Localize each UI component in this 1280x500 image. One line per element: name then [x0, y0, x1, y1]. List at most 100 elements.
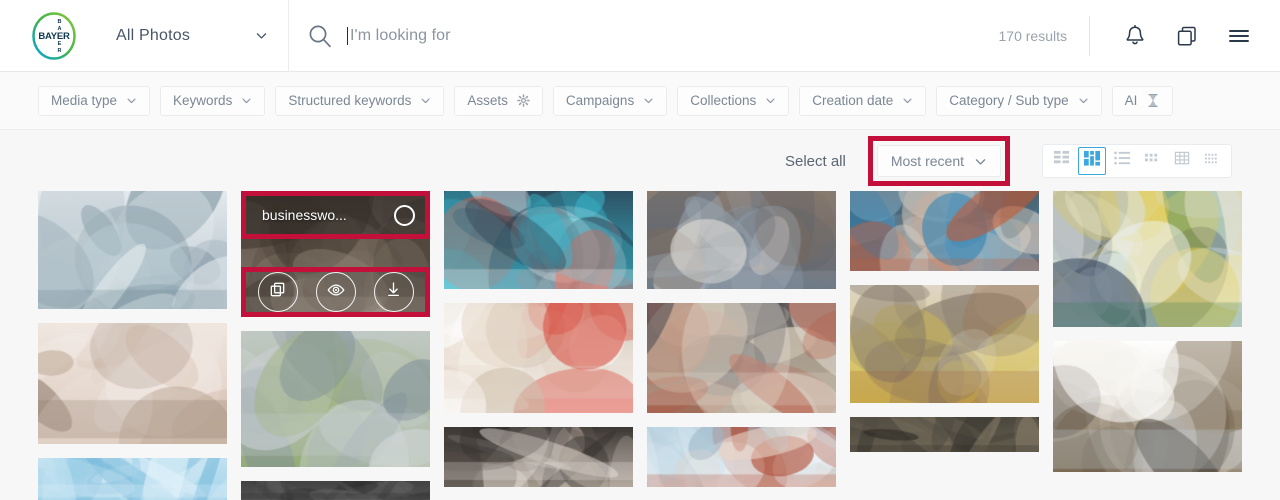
grid-column-1 [38, 191, 227, 500]
download-button[interactable] [373, 272, 414, 313]
asset-card[interactable] [647, 427, 836, 487]
filter-chip-media-type[interactable]: Media type [38, 85, 151, 116]
svg-text:E: E [58, 41, 62, 47]
filter-chip-keywords[interactable]: Keywords [160, 85, 266, 116]
chevron-down-icon [766, 98, 775, 104]
download-icon [384, 280, 403, 304]
view-mode-list-button[interactable] [1108, 147, 1136, 175]
view-mode-masonry-button[interactable] [1078, 147, 1106, 175]
sort-value: Most recent [890, 153, 964, 169]
filter-chip-label: Campaigns [565, 93, 635, 108]
chevron-down-icon [644, 98, 653, 104]
asset-thumbnail-family-walkway [241, 331, 430, 467]
asset-card[interactable] [1053, 191, 1242, 327]
asset-thumbnail-online-medical-class [444, 191, 633, 289]
asset-card[interactable] [38, 458, 227, 500]
svg-text:B: B [58, 19, 62, 25]
filter-chip-label: Assets [467, 93, 508, 108]
asset-card[interactable] [444, 427, 633, 487]
asset-card[interactable] [850, 285, 1039, 403]
sort-annotation-highlight: Most recent [867, 136, 1010, 186]
asset-thumbnail-lab-worker-bottling [38, 191, 227, 310]
asset-thumbnail-office-handshake [1053, 341, 1242, 472]
view-mode-compact-button[interactable] [1198, 147, 1226, 175]
scope-dropdown[interactable]: All Photos [108, 16, 276, 56]
filter-chip-label: Media type [51, 93, 118, 108]
asset-action-bar [246, 272, 425, 313]
asset-thumbnail-hospital-corridor-staff [1053, 191, 1242, 327]
add-to-collection-button[interactable] [257, 272, 298, 313]
results-toolbar: Select all Most recent [0, 131, 1280, 191]
asset-card[interactable] [647, 191, 836, 289]
bayer-cross-logo-icon: BAYER B A E R [32, 11, 76, 60]
view-mode-grid-small-icon [1144, 150, 1161, 172]
hamburger-menu-button[interactable] [1216, 13, 1262, 59]
filter-chip-label: Keywords [173, 93, 233, 108]
asset-card[interactable] [850, 191, 1039, 271]
chevron-down-icon [1079, 98, 1088, 104]
asset-thumbnail-hands-together-circle [647, 303, 836, 413]
search-text-cursor [347, 26, 348, 45]
filter-chip-category-sub-type[interactable]: Category / Sub type [936, 85, 1102, 116]
scope-label: All Photos [116, 26, 191, 44]
view-mode-compact-icon [1204, 150, 1221, 172]
svg-text:R: R [58, 48, 62, 54]
chevron-down-icon [421, 98, 430, 104]
notifications-bell-button[interactable] [1112, 13, 1158, 59]
asset-library-page: BAYER B A E R All Photos I'm looking for… [0, 0, 1280, 500]
collections-copy-icon [1177, 26, 1196, 45]
asset-thumbnail-classroom-health-check [444, 427, 633, 487]
svg-text:BAYER: BAYER [38, 31, 70, 42]
asset-thumbnail-dark-strip [241, 480, 430, 500]
asset-grid: businesswo... [0, 191, 1280, 500]
grid-column-6 [1053, 191, 1242, 500]
view-mode-table-icon [1174, 150, 1191, 172]
filter-chip-label: Category / Sub type [949, 93, 1069, 108]
view-mode-grid-large-button[interactable] [1048, 147, 1076, 175]
filter-chip-structured-keywords[interactable]: Structured keywords [275, 85, 445, 116]
asset-card-hovered[interactable]: businesswo... [241, 191, 430, 318]
collections-button[interactable] [1164, 13, 1210, 59]
add-to-collection-icon [268, 280, 287, 304]
asset-card[interactable] [38, 191, 227, 310]
asset-thumbnail-doctor-hands-care [444, 303, 633, 413]
filter-chip-assets[interactable]: Assets [454, 85, 543, 116]
svg-text:A: A [58, 26, 62, 32]
filter-chip-collections[interactable]: Collections [677, 85, 790, 116]
asset-card[interactable] [444, 191, 633, 289]
filter-bar: Media type Keywords Structured keywords … [0, 72, 1280, 130]
asset-card[interactable] [241, 480, 430, 500]
bayer-logo[interactable]: BAYER B A E R [0, 11, 108, 61]
asset-card[interactable] [647, 303, 836, 413]
preview-eye-button[interactable] [315, 272, 356, 313]
view-mode-list-icon [1113, 150, 1131, 172]
grid-column-4 [647, 191, 836, 500]
asset-card[interactable] [1053, 341, 1242, 472]
view-mode-switcher [1042, 144, 1232, 178]
asset-card[interactable] [38, 323, 227, 445]
asset-thumbnail-group-seated-four [647, 191, 836, 289]
asset-card[interactable] [444, 303, 633, 413]
header-actions [1090, 13, 1280, 59]
asset-card[interactable] [850, 417, 1039, 452]
asset-thumbnail-hands-sky [647, 427, 836, 487]
view-mode-grid-small-button[interactable] [1138, 147, 1166, 175]
results-count: 170 results [998, 27, 1067, 44]
filter-chip-label: AI [1124, 93, 1138, 108]
notifications-bell-icon [1126, 24, 1144, 44]
filter-chip-creation-date[interactable]: Creation date [799, 85, 927, 116]
chevron-down-icon [903, 98, 912, 104]
filter-chip-label: Creation date [812, 93, 894, 108]
grid-column-2: businesswo... [241, 191, 430, 500]
filter-chip-ai[interactable]: AI [1111, 85, 1174, 116]
filter-chip-campaigns[interactable]: Campaigns [552, 85, 668, 116]
asset-card[interactable] [241, 331, 430, 467]
view-mode-masonry-icon [1083, 150, 1101, 172]
select-all-button[interactable]: Select all [785, 153, 846, 170]
filter-chip-label: Structured keywords [288, 93, 412, 108]
search-input[interactable]: I'm looking for [350, 27, 451, 45]
sort-dropdown[interactable]: Most recent [876, 145, 1001, 177]
search-bar[interactable]: I'm looking for [289, 0, 999, 72]
search-icon [309, 25, 331, 47]
view-mode-table-button[interactable] [1168, 147, 1196, 175]
